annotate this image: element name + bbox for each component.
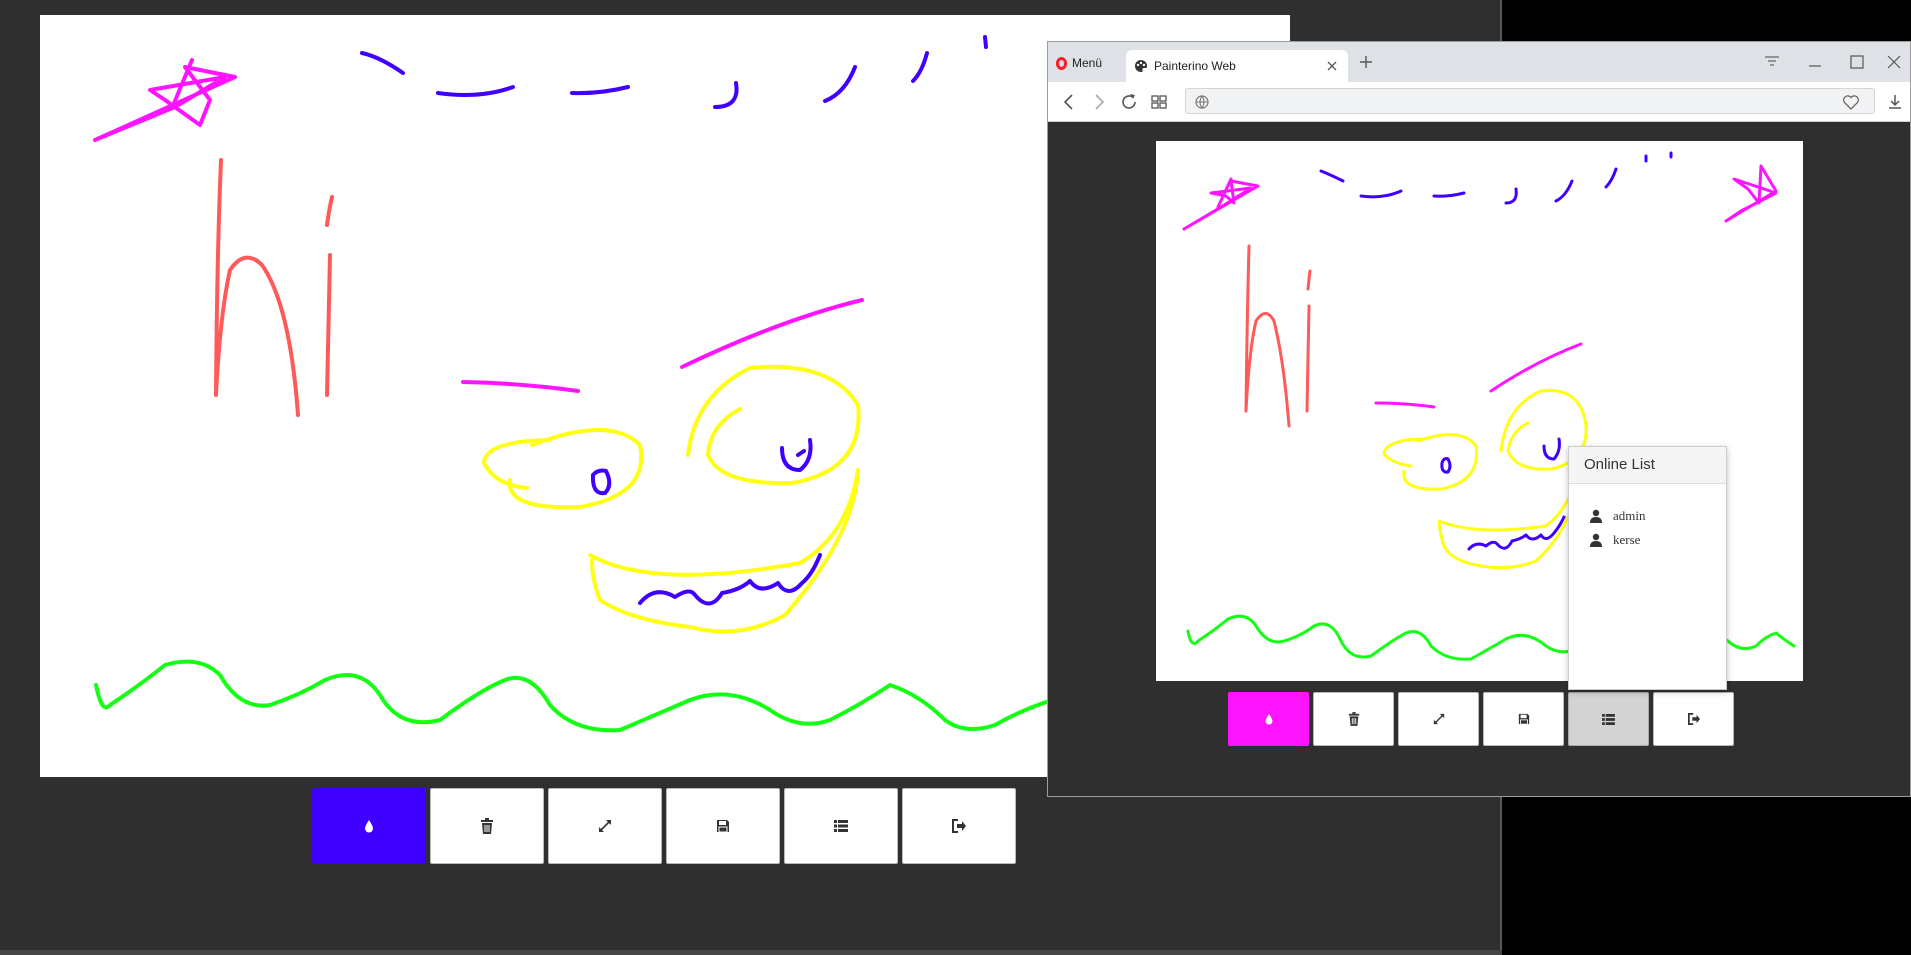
stroke-dash (983, 35, 988, 49)
stroke-star (1724, 164, 1778, 223)
window-close-icon[interactable] (1884, 52, 1904, 72)
online-user: kerse (1589, 528, 1726, 552)
logout-icon (1687, 713, 1700, 725)
stroke-brow (461, 380, 580, 393)
minimize-icon[interactable] (1805, 52, 1825, 72)
menu-label: Menü (1072, 56, 1103, 70)
logout-button[interactable] (1653, 692, 1734, 746)
stroke-pupil (780, 438, 813, 472)
stroke-dash (1504, 187, 1518, 205)
user-icon (1590, 533, 1602, 547)
stroke-mouth (588, 468, 860, 634)
list-icon (834, 820, 848, 832)
forward-arrow-icon[interactable] (1089, 92, 1109, 112)
stroke-mouth (1437, 479, 1578, 570)
stroke-dash (1319, 169, 1345, 183)
online-list-button[interactable] (784, 788, 898, 864)
back-arrow-icon[interactable] (1059, 92, 1079, 112)
color-button[interactable] (1228, 692, 1309, 746)
trash-icon (1348, 712, 1359, 726)
close-icon[interactable] (1324, 58, 1340, 74)
online-user-name: admin (1613, 508, 1646, 523)
fullscreen-button[interactable] (548, 788, 662, 864)
globe-icon (1195, 95, 1209, 109)
stroke-eye (482, 428, 644, 510)
logout-button[interactable] (902, 788, 1016, 864)
list-icon (1602, 713, 1615, 725)
maximize-icon[interactable] (1847, 52, 1867, 72)
reload-icon[interactable] (1119, 92, 1139, 112)
stroke-letter-i (325, 195, 334, 397)
floppy-disk-icon (717, 820, 729, 833)
stroke-pupil (1542, 437, 1561, 461)
browser-menu-button[interactable]: Menü (1056, 52, 1102, 74)
logout-icon (952, 819, 966, 833)
ink-drop-icon (365, 820, 373, 833)
stroke-letter-h (1244, 244, 1291, 428)
expand-icon (599, 820, 611, 832)
save-button[interactable] (666, 788, 780, 864)
clear-button[interactable] (1313, 692, 1394, 746)
toolbar (1228, 692, 1738, 746)
browser-toolbar (1048, 82, 1910, 122)
palette-icon (1135, 60, 1147, 72)
user-icon (1590, 509, 1602, 523)
stroke-letter-h (214, 158, 300, 417)
stroke-dash (911, 51, 929, 83)
stroke-dash (360, 51, 405, 75)
stroke-dash (713, 81, 739, 109)
online-list-button[interactable] (1568, 692, 1649, 746)
stroke-brow (680, 298, 864, 369)
stroke-dash (823, 65, 857, 103)
color-button[interactable] (312, 788, 426, 864)
stroke-pupil (1440, 457, 1452, 474)
stroke-dash (1604, 167, 1618, 189)
stroke-pupil (590, 468, 612, 496)
ink-drop-icon (1265, 713, 1272, 725)
download-icon[interactable] (1886, 93, 1904, 111)
clear-button[interactable] (430, 788, 544, 864)
online-user-name: kerse (1613, 532, 1641, 547)
stroke-dash (1359, 189, 1403, 199)
browser-tab[interactable]: Painterino Web (1126, 50, 1348, 82)
online-list-popover: Online List admin kerse (1568, 446, 1727, 690)
window-edge (0, 950, 1502, 955)
online-user-list: admin kerse (1569, 484, 1726, 552)
stroke-letter-i (1305, 269, 1312, 413)
toolbar (312, 788, 1020, 864)
stroke-star (93, 58, 237, 142)
browser-titlebar: Menü Painterino Web (1048, 42, 1910, 82)
grid-icon[interactable] (1149, 92, 1169, 112)
stroke-dash (1554, 179, 1574, 203)
save-button[interactable] (1483, 692, 1564, 746)
floppy-disk-icon (1518, 713, 1529, 725)
plus-icon[interactable] (1358, 54, 1374, 70)
stroke-eye (1382, 433, 1479, 491)
tab-menu-icon[interactable] (1762, 52, 1782, 72)
stroke-brow (1489, 342, 1583, 393)
opera-logo-icon (1056, 56, 1067, 70)
stroke-dash (570, 85, 630, 96)
stroke-brow (1374, 401, 1436, 409)
expand-icon (1433, 713, 1444, 725)
stroke-eye (686, 364, 861, 486)
stroke-star (1182, 177, 1260, 231)
tab-title: Painterino Web (1154, 59, 1236, 73)
address-field[interactable] (1185, 88, 1875, 114)
stroke-dash (1432, 191, 1466, 198)
browser-window: Menü Painterino Web Online List admin ke… (1047, 41, 1911, 797)
trash-icon (481, 818, 493, 834)
stroke-dash (436, 85, 515, 97)
online-list-title: Online List (1569, 447, 1726, 484)
fullscreen-button[interactable] (1398, 692, 1479, 746)
heart-icon[interactable] (1842, 94, 1860, 110)
online-user: admin (1589, 504, 1726, 528)
